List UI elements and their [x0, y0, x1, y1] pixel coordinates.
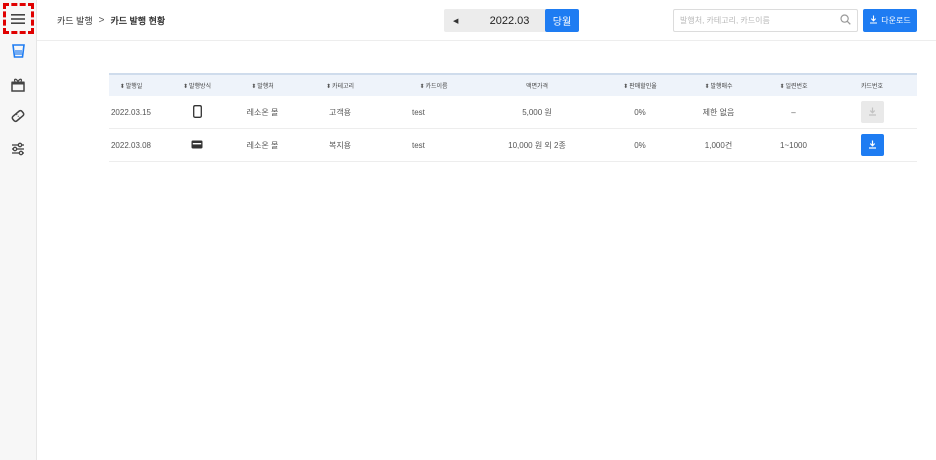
face-value: 10,000 원 외 2종 — [508, 140, 566, 150]
card-name: test — [412, 107, 425, 117]
breadcrumb-parent[interactable]: 카드 발행 — [57, 14, 93, 27]
sidebar — [0, 0, 37, 460]
card-issuance-table: ⬍발행일 ⬍발행방식 ⬍발행처 ⬍카테고리 ⬍카드이름 액면가격 ⬍판매할인율 ⬍발행매수 ⬍일… — [109, 73, 917, 162]
serial-number: – — [791, 107, 796, 117]
column-header-label: 발행방식 — [188, 84, 212, 90]
issue-count: 제한 없음 — [702, 107, 735, 117]
column-header-label: 발행일 — [125, 84, 143, 90]
card-number-download-button — [860, 101, 884, 123]
sort-icon[interactable]: ⬍ — [120, 84, 125, 90]
column-header[interactable]: ⬍판매할인율 — [603, 81, 677, 90]
column-header[interactable]: ⬍카드이름 — [396, 81, 471, 90]
column-header[interactable]: ⬍카테고리 — [284, 81, 396, 90]
issue-date: 2022.03.08 — [110, 140, 152, 150]
table-body: 2022.03.15 레소온 몰 고객용 test 5,000 원 0% 제한 없음 –202… — [109, 96, 917, 162]
column-header[interactable]: ⬍발행매수 — [677, 81, 760, 90]
gift-icon[interactable] — [7, 74, 29, 96]
face-value: 5,000 원 — [522, 107, 552, 117]
issue-method — [153, 104, 241, 120]
card-icon — [191, 140, 203, 151]
sort-icon[interactable]: ⬍ — [326, 84, 331, 90]
card-number-cell — [827, 134, 917, 156]
column-header-label: 판매할인율 — [629, 84, 657, 90]
sort-icon[interactable]: ⬍ — [251, 84, 256, 90]
table-row: 2022.03.08 레소온 몰 복지용 test 10,000 원 외 2종 0% 1,0… — [109, 129, 917, 162]
cup-icon[interactable] — [7, 40, 29, 62]
sliders-icon[interactable] — [7, 138, 29, 160]
search-icon[interactable] — [840, 12, 851, 30]
column-header-label: 발행처 — [257, 84, 274, 90]
sale-discount: 0% — [634, 140, 646, 150]
issuer: 레소온 몰 — [246, 107, 279, 117]
column-header[interactable]: ⬍일련번호 — [760, 81, 827, 90]
current-month-button[interactable]: 당월 — [545, 9, 579, 32]
table-row: 2022.03.15 레소온 몰 고객용 test 5,000 원 0% 제한 없음 – — [109, 96, 917, 129]
breadcrumb-current: 카드 발행 현황 — [110, 16, 166, 26]
card-number-cell — [827, 101, 917, 123]
download-icon — [868, 107, 877, 118]
column-header[interactable]: ⬍발행처 — [241, 81, 284, 90]
top-bar: 카드 발행 > 카드 발행 현황 ◀ 2022.03 ▶ 당월 다운로드 — [37, 0, 936, 41]
issue-method — [153, 140, 241, 151]
issue-count: 1,000건 — [704, 140, 733, 150]
column-header[interactable]: ⬍발행일 — [109, 81, 153, 90]
mobile-icon — [192, 104, 202, 120]
sort-icon[interactable]: ⬍ — [419, 84, 424, 90]
breadcrumb: 카드 발행 > 카드 발행 현황 — [57, 14, 165, 27]
download-icon — [868, 140, 877, 151]
column-header-label: 발행매수 — [710, 84, 733, 90]
column-header-label: 카드이름 — [425, 84, 448, 90]
column-header-label: 액면가격 — [525, 84, 549, 90]
category: 복지용 — [328, 140, 352, 150]
card-number-download-button[interactable] — [860, 134, 884, 156]
ticket-icon[interactable] — [7, 105, 29, 127]
column-header-label: 일련번호 — [785, 84, 808, 90]
serial-number: 1~1000 — [780, 140, 807, 150]
menu-icon[interactable] — [7, 8, 29, 30]
column-header-label: 카테고리 — [331, 84, 355, 90]
breadcrumb-separator: > — [98, 15, 105, 26]
sort-icon[interactable]: ⬍ — [779, 84, 784, 90]
column-header-label: 카드번호 — [860, 84, 884, 90]
sort-icon[interactable]: ⬍ — [183, 84, 188, 90]
search-input[interactable] — [680, 16, 840, 25]
column-header: 카드번호 — [827, 81, 917, 90]
table-header: ⬍발행일 ⬍발행방식 ⬍발행처 ⬍카테고리 ⬍카드이름 액면가격 ⬍판매할인율 ⬍발행매수 ⬍일… — [109, 73, 917, 96]
sort-icon[interactable]: ⬍ — [623, 84, 628, 90]
column-header[interactable]: ⬍발행방식 — [153, 81, 241, 90]
prev-month-button[interactable]: ◀ — [453, 17, 458, 25]
download-icon — [869, 15, 878, 26]
issue-date: 2022.03.15 — [110, 107, 152, 117]
column-header: 액면가격 — [471, 81, 603, 90]
card-name: test — [412, 140, 425, 150]
category: 고객용 — [328, 107, 352, 117]
download-label: 다운로드 — [881, 16, 911, 25]
current-month: 2022.03 — [489, 14, 530, 27]
search-box — [673, 9, 858, 32]
download-button[interactable]: 다운로드 — [863, 9, 917, 32]
sale-discount: 0% — [634, 107, 646, 117]
issuer: 레소온 몰 — [246, 140, 279, 150]
sort-icon[interactable]: ⬍ — [704, 84, 709, 90]
